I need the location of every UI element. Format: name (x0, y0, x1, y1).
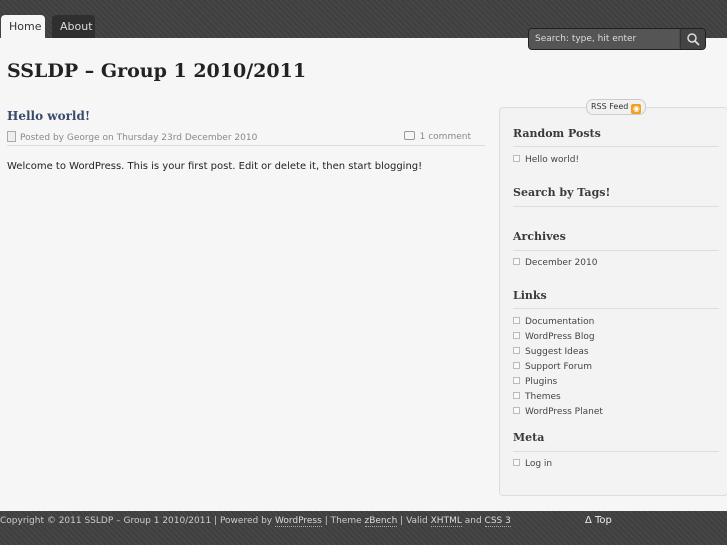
link-suggest-ideas[interactable]: Suggest Ideas (525, 347, 589, 357)
post-byline: Posted by George on Thursday 23rd Decemb… (7, 131, 257, 143)
links-list: Documentation WordPress Blog Suggest Ide… (513, 315, 603, 420)
bullet-icon (513, 317, 520, 324)
post-title[interactable]: Hello world! (7, 109, 90, 123)
list-item[interactable]: Documentation (513, 315, 603, 330)
footer-credits: Copyright © 2011 SSLDP – Group 1 2010/20… (0, 516, 511, 527)
list-item[interactable]: Plugins (513, 375, 603, 390)
css-link[interactable]: CSS 3 (484, 516, 511, 527)
bullet-icon (513, 362, 520, 369)
copyright: Copyright © 2011 SSLDP – Group 1 2010/20… (0, 516, 212, 526)
divider (513, 250, 719, 251)
list-item[interactable]: Log in (513, 457, 552, 472)
bullet-icon (513, 332, 520, 339)
divider (513, 308, 719, 309)
tab-home[interactable]: Home (1, 15, 45, 38)
bullet-icon (513, 392, 520, 399)
search-box (528, 28, 706, 50)
search-icon (687, 33, 700, 46)
site-title[interactable]: SSLDP – Group 1 2010/2011 (7, 60, 306, 82)
bullet-icon (513, 407, 520, 414)
divider (513, 206, 719, 207)
page-icon (7, 131, 16, 142)
divider (513, 146, 719, 147)
link-wordpress-planet[interactable]: WordPress Planet (525, 407, 603, 417)
list-item[interactable]: WordPress Blog (513, 330, 603, 345)
link-documentation[interactable]: Documentation (525, 317, 594, 327)
link-wordpress-blog[interactable]: WordPress Blog (525, 332, 595, 342)
rss-icon: ◉ (631, 104, 642, 114)
zbench-link[interactable]: zBench (364, 516, 398, 527)
bullet-icon (513, 459, 520, 466)
divider (513, 451, 719, 452)
footer: Copyright © 2011 SSLDP – Group 1 2010/20… (0, 511, 727, 545)
archives-list: December 2010 (513, 256, 597, 271)
tab-about[interactable]: About (52, 15, 95, 38)
list-item[interactable]: Hello world! (513, 153, 579, 168)
comment-icon (403, 131, 415, 140)
search-input[interactable] (529, 29, 679, 49)
comments-count[interactable]: 1 comment (420, 132, 471, 142)
sidebar: Random Posts Hello world! Search by Tags… (499, 107, 727, 496)
link-plugins[interactable]: Plugins (525, 377, 557, 387)
post-byline-text: Posted by George on Thursday 23rd Decemb… (20, 133, 258, 143)
comments-link[interactable]: 1 comment (403, 131, 471, 142)
back-to-top-link[interactable]: Δ Top (585, 515, 612, 526)
list-item[interactable]: WordPress Planet (513, 405, 603, 420)
bullet-icon (513, 377, 520, 384)
widget-title-random-posts: Random Posts (513, 127, 601, 140)
link-log-in[interactable]: Log in (525, 459, 552, 469)
link-december-2010[interactable]: December 2010 (525, 258, 597, 268)
wordpress-link[interactable]: WordPress (274, 516, 322, 527)
top-nav-bar: Home About (0, 0, 727, 50)
widget-title-tags: Search by Tags! (513, 186, 611, 199)
bullet-icon (513, 258, 520, 265)
list-item[interactable]: Support Forum (513, 360, 603, 375)
footer-separator: | Valid (400, 516, 428, 526)
rss-feed-button[interactable]: RSS Feed ◉ (586, 99, 647, 115)
xhtml-link[interactable]: XHTML (430, 516, 462, 527)
random-posts-list: Hello world! (513, 153, 579, 168)
footer-separator: | Theme (324, 516, 362, 526)
list-item[interactable]: Suggest Ideas (513, 345, 603, 360)
post-meta: Posted by George on Thursday 23rd Decemb… (7, 129, 485, 146)
bullet-icon (513, 347, 520, 354)
footer-separator: | Powered by (214, 516, 273, 526)
widget-title-links: Links (513, 289, 547, 302)
widget-title-archives: Archives (513, 230, 566, 243)
post-content: Welcome to WordPress. This is your first… (7, 161, 423, 172)
list-item[interactable]: December 2010 (513, 256, 597, 271)
link-support-forum[interactable]: Support Forum (525, 362, 592, 372)
widget-title-meta: Meta (513, 431, 545, 444)
meta-list: Log in (513, 457, 552, 472)
list-item[interactable]: Themes (513, 390, 603, 405)
bullet-icon (513, 155, 520, 162)
search-button[interactable] (680, 29, 705, 49)
footer-and: and (464, 516, 482, 526)
link-hello-world[interactable]: Hello world! (525, 155, 579, 165)
rss-label: RSS Feed (591, 102, 629, 111)
link-themes[interactable]: Themes (525, 392, 561, 402)
